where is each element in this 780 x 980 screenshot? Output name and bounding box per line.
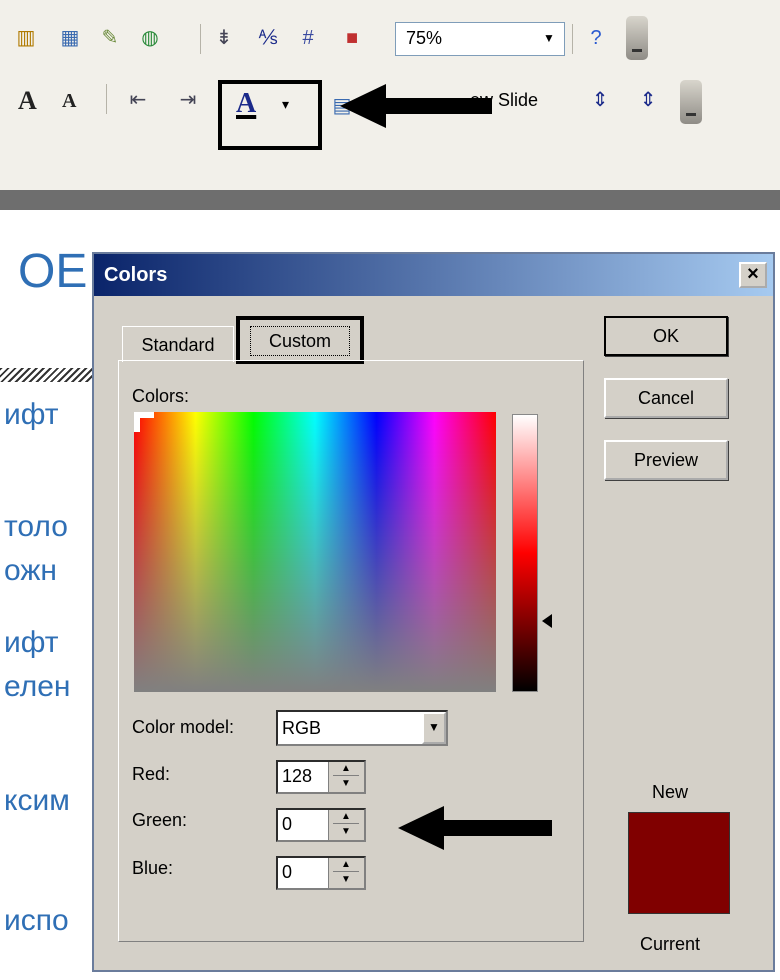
colors-dialog: Colors × Standard Custom Colors: Color m… xyxy=(92,252,775,972)
tab-standard[interactable]: Standard xyxy=(122,326,234,362)
crosshair-icon[interactable] xyxy=(134,412,154,432)
spin-down-icon[interactable]: ▼ xyxy=(333,873,359,887)
green-label: Green: xyxy=(132,810,188,830)
slide-text-line: ифт xyxy=(4,626,59,659)
color-model-value: RGB xyxy=(282,718,322,738)
blue-label: Blue: xyxy=(132,858,174,878)
close-icon: × xyxy=(747,263,759,285)
tab-custom[interactable]: Custom xyxy=(236,316,364,364)
spin-up-icon[interactable]: ▲ xyxy=(333,810,359,824)
slide-text-line: испо xyxy=(4,904,69,937)
paragraph-spacing-icon[interactable]: ⇕ xyxy=(636,88,660,112)
slide-text-line: ожн xyxy=(4,554,57,587)
red-label: Red: xyxy=(132,764,171,784)
close-button[interactable]: × xyxy=(739,262,767,288)
dialog-titlebar[interactable]: Colors × xyxy=(94,254,773,296)
slide-hatch-line xyxy=(0,368,92,382)
table-icon[interactable]: ▦ xyxy=(58,26,82,50)
slide-title: OE xyxy=(18,245,88,298)
red-spin-buttons: ▲ ▼ xyxy=(328,762,364,792)
globe-icon[interactable]: ◍ xyxy=(138,26,162,50)
font-color-icon[interactable]: A xyxy=(236,88,256,120)
new-color-label: New xyxy=(652,782,689,802)
slide-text-line: елен xyxy=(4,670,71,703)
slide-text-line: ифт xyxy=(4,398,59,431)
green-value: 0 xyxy=(282,814,293,834)
decrease-indent-icon[interactable]: ⇤ xyxy=(126,88,150,112)
grid-icon[interactable]: # xyxy=(296,26,320,50)
ok-button[interactable]: OK xyxy=(604,316,728,356)
font-color-highlight-frame xyxy=(218,80,322,150)
chevron-down-icon[interactable]: ▼ xyxy=(537,24,561,52)
toolbar-separator xyxy=(572,24,573,54)
spin-up-icon[interactable]: ▲ xyxy=(333,762,359,776)
toolbar-separator xyxy=(106,84,107,114)
blue-spinbox[interactable]: 0 ▲ ▼ xyxy=(276,856,366,890)
slide-text-line: ксим xyxy=(4,784,70,817)
color-preview-swatch xyxy=(628,812,730,914)
red-value: 128 xyxy=(282,766,313,786)
toolbar-area: ▥ ▦ ✎ ◍ ⇟ ⅍ # ■ 75% ▼ ? A A ⇤ ⇥ ⇕ ⇕ A ▾ … xyxy=(0,0,780,210)
current-color-label: Current xyxy=(640,934,701,954)
luminance-slider[interactable] xyxy=(512,414,538,692)
green-spinbox[interactable]: 0 ▲ ▼ xyxy=(276,808,366,842)
colors-label: Colors: xyxy=(132,386,190,406)
color-model-label: Color model: xyxy=(132,717,235,737)
red-spinbox[interactable]: 128 ▲ ▼ xyxy=(276,760,366,794)
shrink-font-icon[interactable]: A xyxy=(62,90,76,113)
standard-toolbar: ▥ ▦ ✎ ◍ ⇟ ⅍ # ■ 75% ▼ ? xyxy=(0,16,775,68)
chart-icon[interactable]: ▥ xyxy=(14,26,38,50)
toolbar-options-grip[interactable] xyxy=(626,16,648,60)
tab-custom-label: Custom xyxy=(250,326,350,356)
sort-icon[interactable]: ⇟ xyxy=(212,26,236,50)
toolbar-options-grip[interactable] xyxy=(680,80,702,124)
line-spacing-icon[interactable]: ⇕ xyxy=(588,88,612,112)
toolbar-separator xyxy=(200,24,201,54)
slide-text-line: толо xyxy=(4,510,68,543)
color-chart-icon[interactable]: ■ xyxy=(340,26,364,50)
toolbar-divider-strip xyxy=(0,190,780,210)
spin-down-icon[interactable]: ▼ xyxy=(333,825,359,839)
chevron-down-icon[interactable]: ▾ xyxy=(282,96,289,113)
color-spectrum-picker[interactable] xyxy=(134,412,496,692)
increase-indent-icon[interactable]: ⇥ xyxy=(176,88,200,112)
blue-value: 0 xyxy=(282,862,293,882)
chevron-down-icon[interactable]: ▼ xyxy=(422,712,446,744)
dialog-title: Colors xyxy=(104,264,168,286)
spin-up-icon[interactable]: ▲ xyxy=(333,858,359,872)
green-spin-buttons: ▲ ▼ xyxy=(328,810,364,840)
fraction-icon[interactable]: ⅍ xyxy=(256,26,280,50)
color-model-select[interactable]: RGB ▼ xyxy=(276,710,448,746)
edit-icon[interactable]: ✎ xyxy=(98,26,122,50)
arrow-pointing-rgb-fields xyxy=(398,806,552,850)
help-icon[interactable]: ? xyxy=(584,26,608,50)
cancel-button[interactable]: Cancel xyxy=(604,378,728,418)
zoom-value: 75% xyxy=(406,28,443,48)
spin-down-icon[interactable]: ▼ xyxy=(333,777,359,791)
blue-spin-buttons: ▲ ▼ xyxy=(328,858,364,888)
slider-pointer-icon[interactable] xyxy=(542,614,552,628)
grow-font-icon[interactable]: A xyxy=(18,86,37,116)
arrow-pointing-font-color xyxy=(340,84,492,128)
preview-button[interactable]: Preview xyxy=(604,440,728,480)
